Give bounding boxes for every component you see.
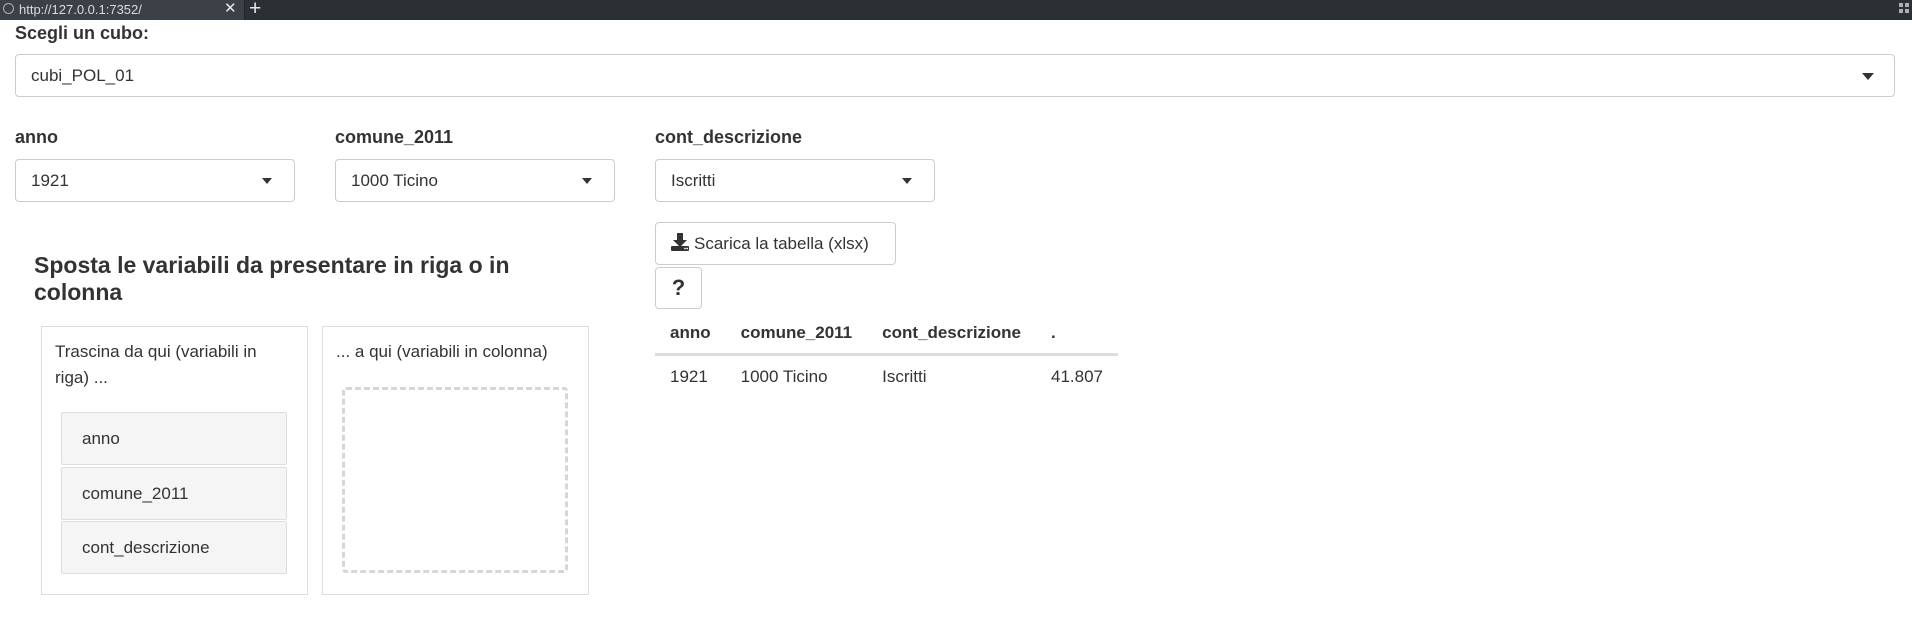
download-icon [671, 233, 689, 251]
column-dropzone[interactable] [342, 387, 568, 573]
table-header-row: anno comune_2011 cont_descrizione . [655, 313, 1118, 356]
pivot-heading: Sposta le variabili da presentare in rig… [34, 252, 510, 305]
column-header: comune_2011 [725, 313, 868, 356]
draggable-variable-cont-descrizione[interactable]: cont_descrizione [61, 521, 287, 574]
browser-tab[interactable]: http://127.0.0.1:7352/ ✕ [0, 0, 245, 20]
filter-label-comune: comune_2011 [335, 127, 454, 147]
filter-select-anno[interactable]: 1921 [15, 159, 295, 202]
chevron-down-icon [902, 177, 912, 184]
filter-select-comune[interactable]: 1000 Ticino [335, 159, 615, 202]
help-button[interactable]: ? [655, 267, 702, 309]
download-button-label: Scarica la tabella (xlsx) [694, 233, 869, 253]
cube-select-value: cubi_POL_01 [31, 65, 135, 85]
column-header: anno [655, 313, 726, 356]
variable-label: anno [82, 428, 120, 448]
filter-value-comune: 1000 Ticino [351, 170, 438, 190]
chevron-down-icon [262, 177, 272, 184]
filter-value-anno: 1921 [31, 170, 69, 190]
draggable-variable-comune[interactable]: comune_2011 [61, 467, 287, 520]
rows-panel-title: Trascina da qui (variabili in riga) ... [55, 342, 257, 387]
table-cell: 1921 [670, 366, 708, 386]
table-cell: 41.807 [1051, 366, 1103, 386]
table-cell: 1000 Ticino [740, 366, 828, 386]
draggable-variable-anno[interactable]: anno [61, 412, 287, 465]
browser-tab-bar: http://127.0.0.1:7352/ ✕ + [0, 0, 1912, 20]
table-row: 1921 1000 Ticino Iscritti 41.807 [655, 355, 1118, 398]
chevron-down-icon [582, 177, 592, 184]
grid-icon[interactable] [1899, 3, 1910, 14]
variable-label: comune_2011 [82, 483, 189, 503]
filter-select-cont-descrizione[interactable]: Iscritti [655, 159, 935, 202]
help-button-label: ? [671, 275, 686, 300]
columns-panel-title: ... a qui (variabili in colonna) [336, 342, 548, 361]
columns-panel: ... a qui (variabili in colonna) [322, 326, 589, 595]
download-xlsx-button[interactable]: Scarica la tabella (xlsx) [655, 222, 896, 265]
close-icon[interactable]: ✕ [224, 0, 237, 18]
tab-title: http://127.0.0.1:7352/ [19, 2, 142, 17]
filter-label-anno: anno [15, 127, 58, 147]
filter-label-cont-descrizione: cont_descrizione [655, 127, 803, 147]
rows-panel: Trascina da qui (variabili in riga) ... … [41, 326, 308, 595]
table-cell: Iscritti [882, 366, 927, 386]
variable-label: cont_descrizione [82, 537, 210, 557]
new-tab-icon[interactable]: + [249, 0, 261, 20]
result-table: anno comune_2011 cont_descrizione . 1921… [655, 313, 1118, 397]
cube-select[interactable]: cubi_POL_01 [15, 54, 1895, 97]
filter-value-cont-descrizione: Iscritti [671, 170, 716, 190]
globe-icon [3, 3, 14, 14]
column-header: cont_descrizione [867, 313, 1036, 356]
chevron-down-icon [1862, 72, 1874, 80]
cube-selector-label: Scegli un cubo: [15, 23, 150, 43]
column-header: . [1036, 313, 1118, 356]
